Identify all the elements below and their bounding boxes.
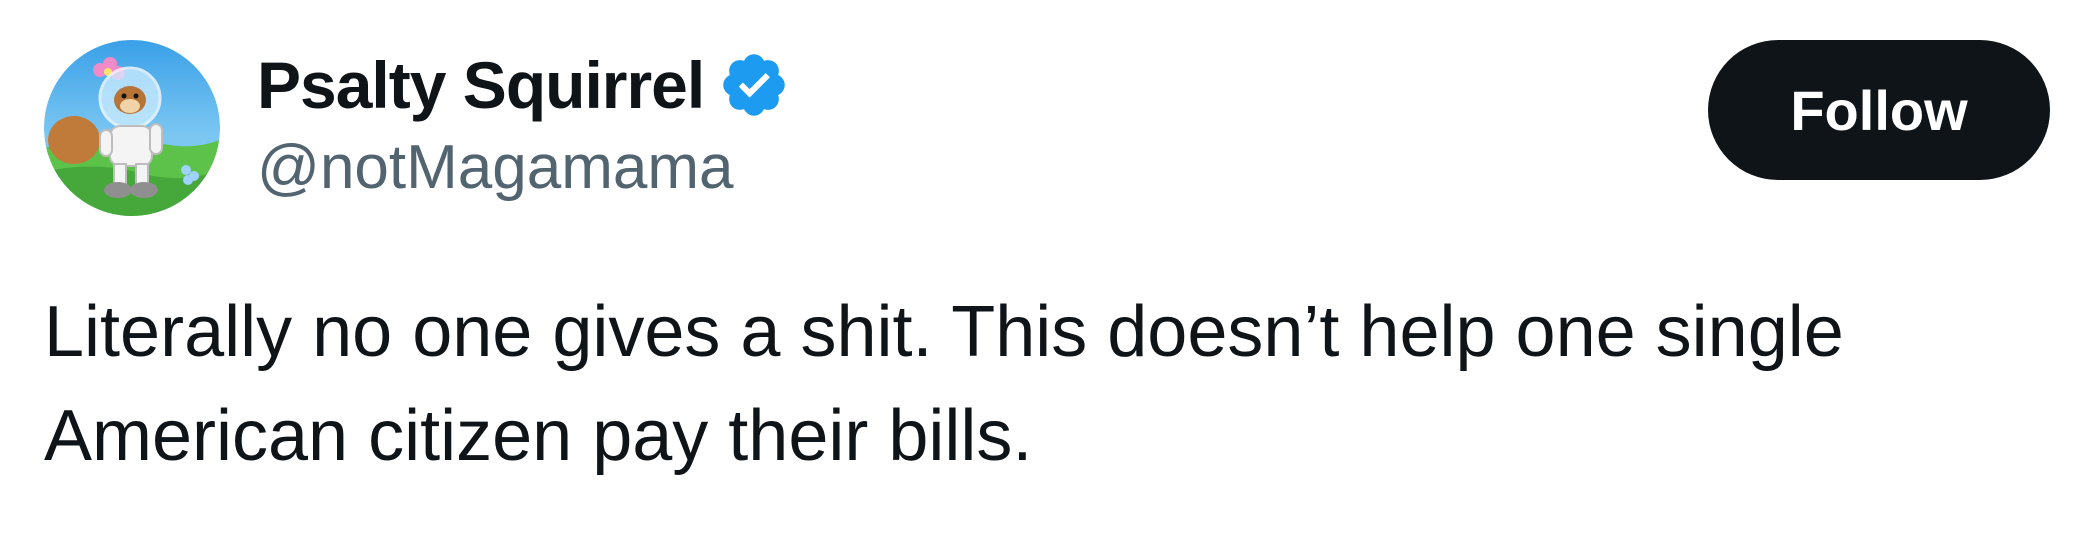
verified-badge-icon[interactable] xyxy=(718,49,790,121)
display-name[interactable]: Psalty Squirrel xyxy=(257,47,705,123)
avatar[interactable] xyxy=(44,40,220,216)
author-handle[interactable]: @notMagamama xyxy=(257,132,733,203)
follow-button[interactable]: Follow xyxy=(1708,40,2050,180)
tweet-card: Psalty Squirrel @notMagamama Follow Lite… xyxy=(0,0,2074,536)
author-name-row: Psalty Squirrel xyxy=(257,45,790,125)
avatar-image xyxy=(44,40,220,216)
tweet-text-line: Literally no one gives a shit. This does… xyxy=(44,292,1844,372)
tweet-text: Literally no one gives a shit. This does… xyxy=(44,280,2034,488)
tweet-text-line: American citizen pay their bills. xyxy=(44,396,1033,476)
